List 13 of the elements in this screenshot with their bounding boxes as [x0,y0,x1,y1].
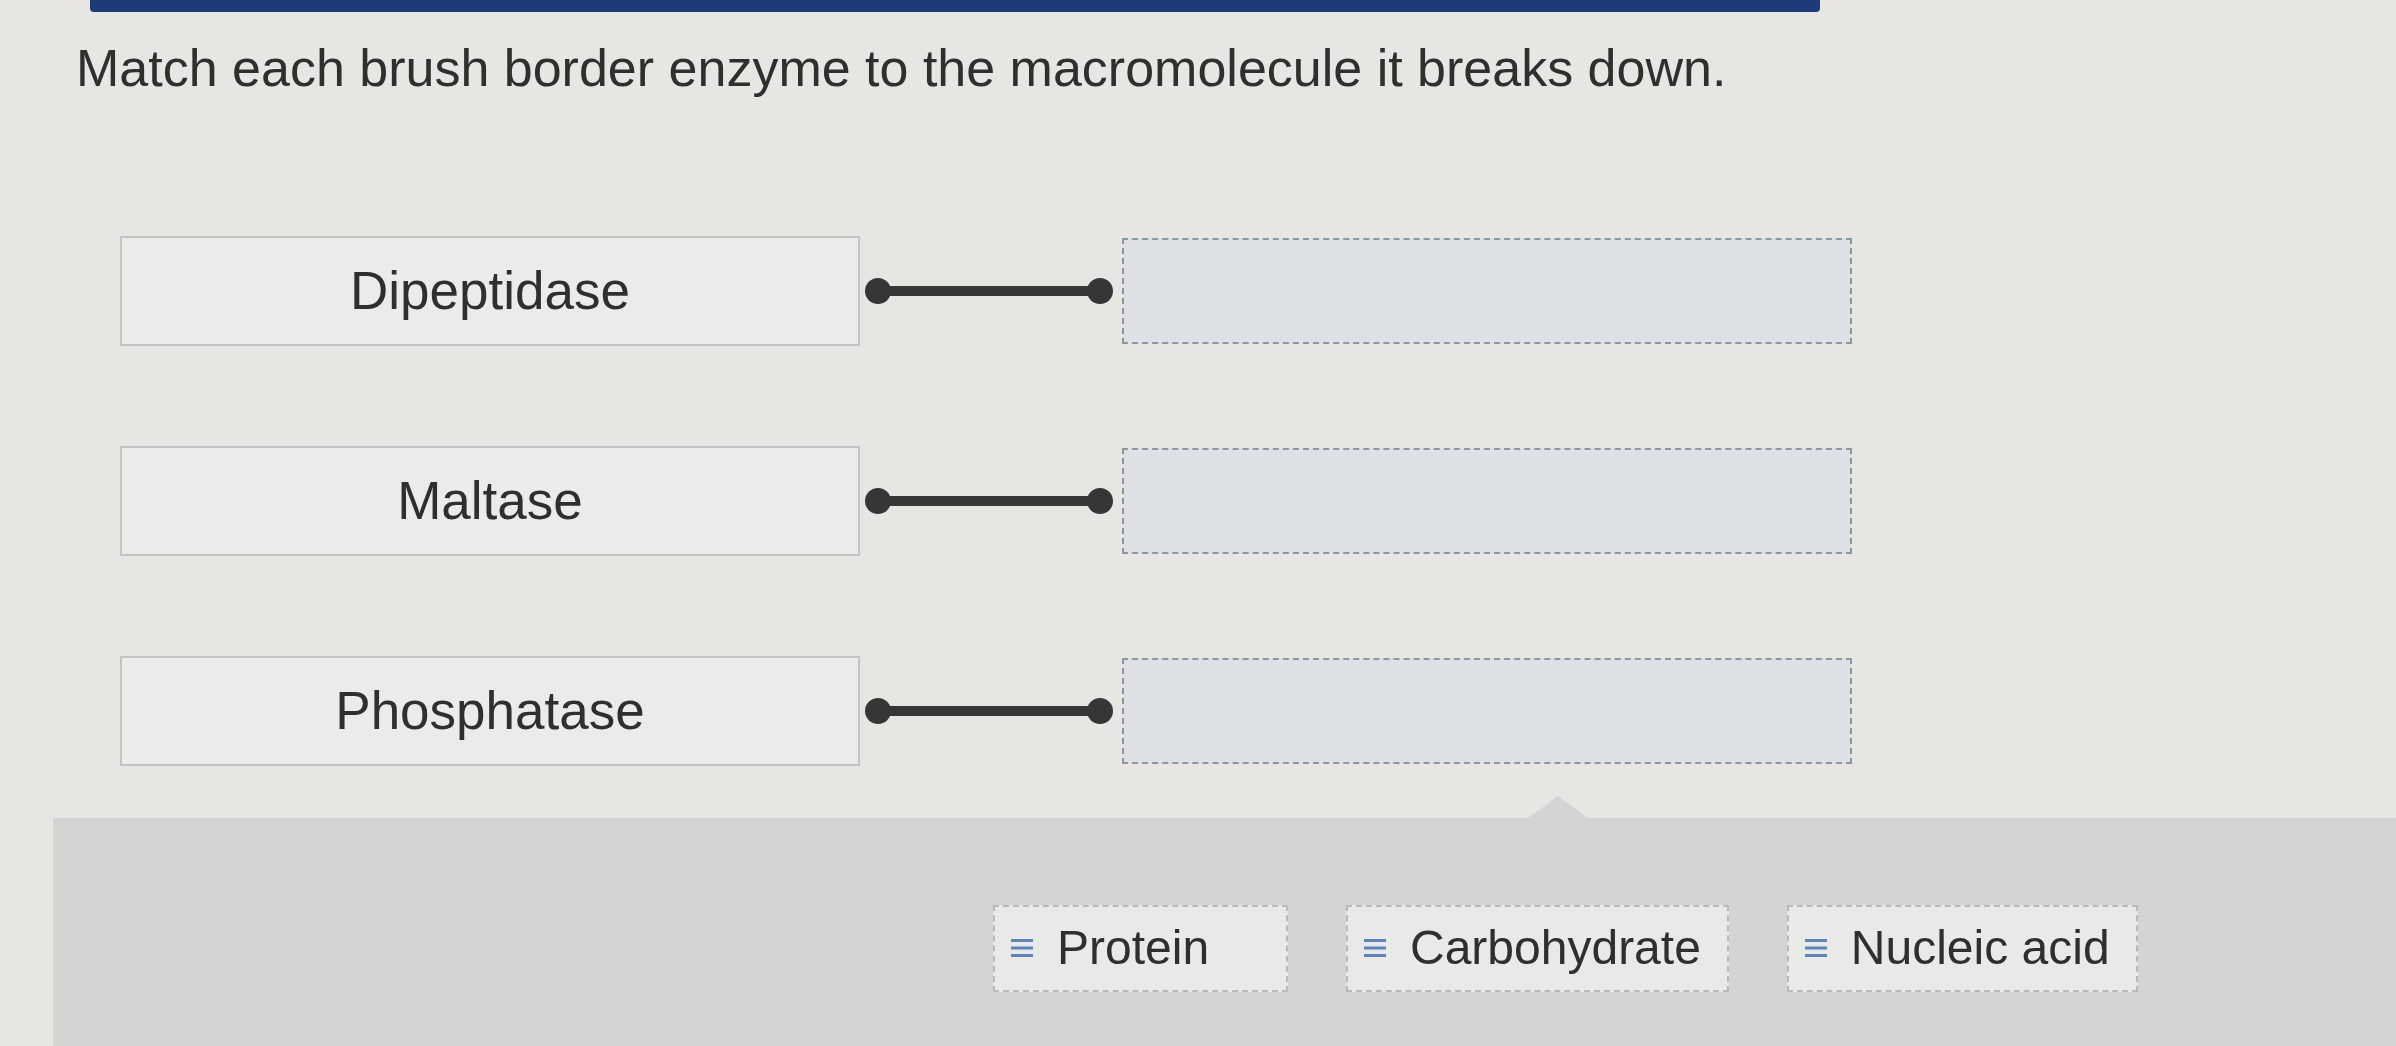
drop-target[interactable] [1122,448,1852,554]
drop-target[interactable] [1122,238,1852,344]
drag-handle-icon [1804,939,1827,957]
enzyme-term: Dipeptidase [120,236,860,346]
drag-handle-icon [1364,939,1386,957]
drag-handle-icon [1011,939,1033,957]
draggable-answer[interactable]: Protein [993,905,1288,992]
enzyme-term: Phosphatase [120,656,860,766]
draggable-answer[interactable]: Nucleic acid [1786,905,2138,992]
question-prompt: Match each brush border enzyme to the macromolecule it breaks down. [76,38,1727,98]
drop-target[interactable] [1122,658,1852,764]
enzyme-term: Maltase [120,446,860,556]
draggable-answer[interactable]: Carbohydrate [1346,905,1729,992]
